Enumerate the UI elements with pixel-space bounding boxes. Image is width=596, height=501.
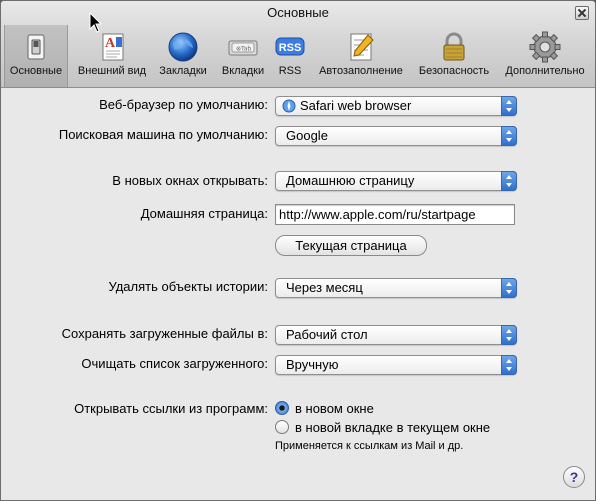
new-windows-label: В новых окнах открывать:: [112, 173, 268, 188]
svg-text:RSS: RSS: [279, 42, 302, 54]
help-button[interactable]: ?: [563, 466, 585, 488]
tab-advanced[interactable]: Дополнительно: [497, 25, 593, 87]
tab-security[interactable]: Безопасность: [412, 25, 496, 87]
tab-autofill[interactable]: Автозаполнение: [311, 25, 411, 87]
pencil-form-icon: [350, 33, 374, 61]
gear-icon: [529, 31, 561, 63]
safari-compass-icon: [282, 99, 296, 113]
tab-label: RSS: [278, 65, 302, 77]
globe-icon: [168, 32, 198, 62]
homepage-label: Домашняя страница:: [140, 206, 268, 221]
tab-label: Автозаполнение: [319, 65, 403, 77]
tab-label: Вкладки: [221, 65, 265, 77]
radio-new-window[interactable]: [275, 401, 289, 415]
tab-label: Закладки: [159, 65, 207, 77]
popup-arrows-icon: [501, 126, 517, 146]
tabs-icon: ⊗Tab: [228, 40, 258, 56]
homepage-value: http://www.apple.com/ru/startpage: [279, 207, 476, 222]
remove-history-popup[interactable]: Через месяц: [275, 278, 517, 298]
popup-arrows-icon: [501, 171, 517, 191]
remove-history-label: Удалять объекты истории:: [108, 279, 268, 294]
clear-downloads-popup[interactable]: Вручную: [275, 355, 517, 375]
radio-new-tab[interactable]: [275, 420, 289, 434]
popup-value: Через месяц: [286, 280, 363, 295]
search-engine-label: Поисковая машина по умолчанию:: [58, 127, 268, 142]
preferences-window: Основные Основные A Внешний вид Закладки…: [0, 0, 596, 501]
default-browser-popup[interactable]: Safari web browser: [275, 96, 517, 116]
preferences-toolbar: Основные A Внешний вид Закладки ⊗Tab Вкл…: [1, 25, 595, 87]
new-windows-popup[interactable]: Домашнюю страницу: [275, 171, 517, 191]
tab-general[interactable]: Основные: [4, 25, 68, 87]
mouse-cursor-icon: [89, 12, 103, 33]
tab-label: Дополнительно: [505, 65, 585, 77]
save-downloads-label: Сохранять загруженные файлы в:: [61, 326, 268, 341]
popup-arrows-icon: [501, 96, 517, 116]
current-page-button[interactable]: Текущая страница: [275, 235, 427, 256]
popup-value: Рабочий стол: [286, 327, 368, 342]
tab-label: Безопасность: [418, 65, 490, 77]
popup-arrows-icon: [501, 355, 517, 375]
default-browser-label: Веб-браузер по умолчанию:: [99, 97, 268, 112]
tab-appearance[interactable]: A Внешний вид: [71, 25, 153, 87]
tab-bookmarks[interactable]: Закладки: [153, 25, 213, 87]
popup-value: Google: [286, 128, 328, 143]
popup-value: Safari web browser: [300, 98, 412, 113]
open-links-label: Открывать ссылки из программ:: [74, 401, 268, 416]
radio-new-window-label: в новом окне: [295, 401, 374, 416]
clear-downloads-label: Очищать список загруженного:: [81, 356, 268, 371]
svg-text:A: A: [105, 36, 116, 51]
tab-label: Основные: [9, 65, 63, 77]
save-downloads-popup[interactable]: Рабочий стол: [275, 325, 517, 345]
general-pane: Веб-браузер по умолчанию: Safari web bro…: [1, 88, 595, 500]
tab-tabs[interactable]: ⊗Tab Вкладки: [215, 25, 271, 87]
homepage-field[interactable]: http://www.apple.com/ru/startpage: [275, 204, 515, 225]
tab-label: Внешний вид: [77, 65, 147, 77]
radio-new-tab-label: в новой вкладке в текущем окне: [295, 420, 491, 435]
open-links-note: Применяется к ссылкам из Mail и др.: [275, 440, 464, 452]
svg-text:⊗Tab: ⊗Tab: [236, 46, 251, 53]
switch-icon: [27, 34, 45, 60]
popup-value: Домашнюю страницу: [286, 173, 415, 188]
lock-icon: [443, 32, 465, 61]
search-engine-popup[interactable]: Google: [275, 126, 517, 146]
popup-arrows-icon: [501, 278, 517, 298]
popup-value: Вручную: [286, 357, 339, 372]
tab-rss[interactable]: RSS RSS: [271, 25, 309, 87]
font-document-icon: A: [102, 33, 124, 61]
close-button[interactable]: [575, 6, 589, 20]
popup-arrows-icon: [501, 325, 517, 345]
rss-icon: RSS: [275, 37, 305, 56]
